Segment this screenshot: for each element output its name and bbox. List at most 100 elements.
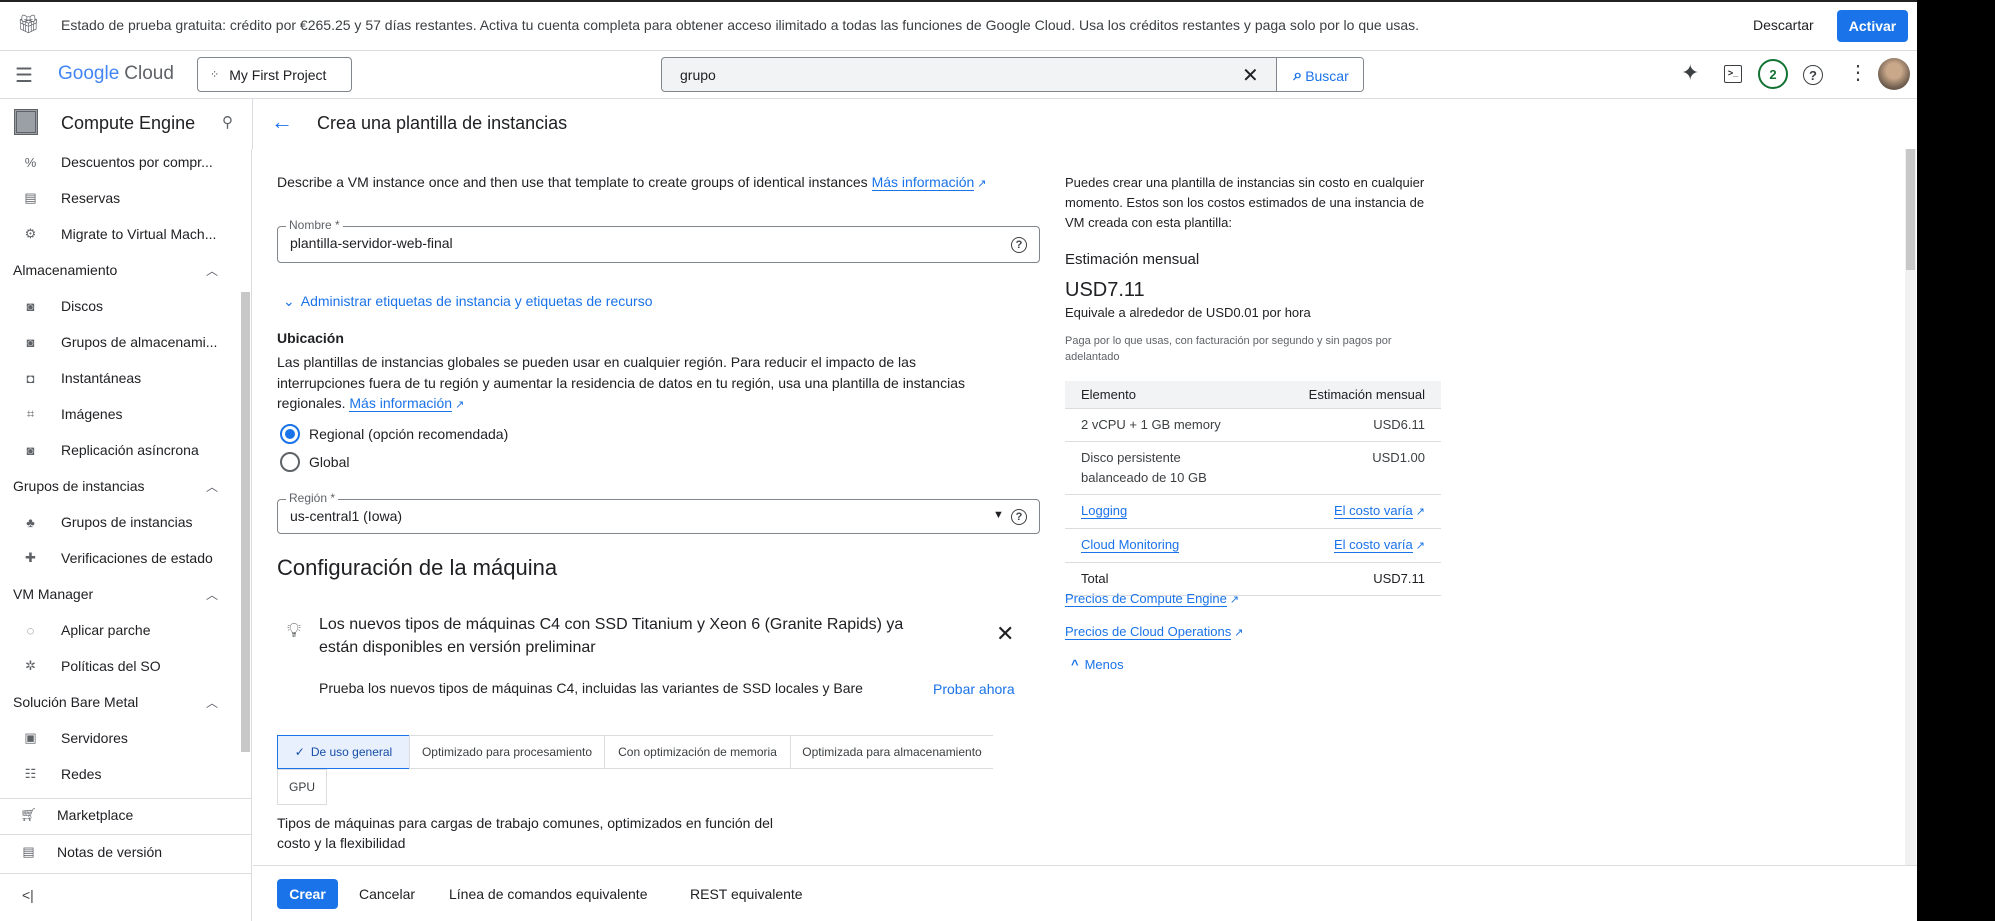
sidebar-item[interactable]: ✚ Verificaciones de estado xyxy=(0,540,240,576)
sidebar-item[interactable]: ◘ Instantáneas xyxy=(0,360,240,396)
search-button[interactable]: ⌕ Buscar xyxy=(1276,58,1363,91)
location-more-info-link[interactable]: Más información xyxy=(349,395,453,412)
table-row: 2 vCPU + 1 GB memory USD6.11 xyxy=(1065,407,1441,441)
scrollbar-thumb[interactable] xyxy=(1906,149,1915,270)
radio-regional[interactable] xyxy=(280,424,300,444)
sidebar-item[interactable]: ◙ Grupos de almacenami... xyxy=(0,324,240,360)
cloud-operations-pricing-link[interactable]: Precios de Cloud Operations xyxy=(1065,624,1232,640)
table-header-row: Elemento Estimación mensual xyxy=(1065,381,1441,408)
cli-equivalent-button[interactable]: Línea de comandos equivalente xyxy=(449,886,647,902)
logging-link[interactable]: Logging xyxy=(1081,502,1128,519)
sidebar-item-icon: ▤ xyxy=(24,190,37,205)
manage-labels-toggle[interactable]: ⌄ Administrar etiquetas de instancia y et… xyxy=(283,293,652,310)
sidebar-item[interactable]: ▤ Reservas xyxy=(0,180,240,216)
c4-promo-card: 💡︎ Los nuevos tipos de máquinas C4 con S… xyxy=(277,600,1040,710)
cost-varies-link[interactable]: El costo varía xyxy=(1334,502,1413,519)
name-field-label: Nombre * xyxy=(286,218,343,232)
close-icon[interactable]: ✕ xyxy=(996,621,1014,647)
chevron-up-icon: ︿ xyxy=(205,263,218,278)
page-description: Describe a VM instance once and then use… xyxy=(277,174,987,191)
external-link-icon: ↗ xyxy=(1234,627,1244,639)
rest-equivalent-button[interactable]: REST equivalente xyxy=(690,886,803,902)
tab-label: Con optimización de memoria xyxy=(618,745,777,759)
create-button[interactable]: Crear xyxy=(277,879,338,909)
sidebar-item[interactable]: ♣ Grupos de instancias xyxy=(0,504,240,540)
sidebar-item-marketplace[interactable]: 🛒︎ Marketplace xyxy=(0,797,240,833)
chevron-up-icon: ︿ xyxy=(205,587,218,602)
tab-compute-optimized[interactable]: Optimizado para procesamiento xyxy=(409,735,605,769)
sidebar-section-header[interactable]: VM Manager ︿ xyxy=(13,576,218,612)
sidebar-item-label: Redes xyxy=(61,766,102,782)
sidebar-item-icon: ◘ xyxy=(26,370,35,386)
chevron-up-icon: ︿ xyxy=(205,479,218,494)
radio-regional-label[interactable]: Regional (opción recomendada) xyxy=(309,426,508,442)
sidebar-section-header[interactable]: Grupos de instancias ︿ xyxy=(13,468,218,504)
sidebar-item-icon: ▣ xyxy=(24,730,37,745)
more-info-link[interactable]: Más información xyxy=(871,174,975,191)
activate-button[interactable]: Activar xyxy=(1837,10,1908,42)
help-icon[interactable]: ? xyxy=(1011,509,1027,525)
cloud-monitoring-link[interactable]: Cloud Monitoring xyxy=(1081,536,1180,553)
collapse-sidebar-icon[interactable]: <| xyxy=(22,887,34,903)
avatar[interactable] xyxy=(1878,58,1910,90)
back-arrow-icon[interactable]: ← xyxy=(271,109,293,135)
sidebar-item-label: Descuentos por compr... xyxy=(61,154,213,170)
location-text: Las plantillas de instancias globales se… xyxy=(277,352,997,416)
sidebar-item[interactable]: % Descuentos por compr... xyxy=(0,144,240,180)
compute-engine-pricing-link[interactable]: Precios de Compute Engine xyxy=(1065,591,1227,607)
tab-memory-optimized[interactable]: Con optimización de memoria xyxy=(604,735,791,769)
project-picker[interactable]: ⁘ My First Project xyxy=(197,57,352,92)
sidebar-section-header[interactable]: Almacenamiento ︿ xyxy=(13,252,218,288)
tab-general-purpose[interactable]: ✓ De uso general xyxy=(277,735,410,769)
sidebar-item[interactable]: ☷ Redes xyxy=(0,756,240,792)
sidebar-item[interactable]: ✲ Políticas del SO xyxy=(0,648,240,684)
try-now-link[interactable]: Probar ahora xyxy=(933,681,1015,697)
dismiss-button[interactable]: Descartar xyxy=(1753,17,1814,33)
main-scrollbar[interactable] xyxy=(1905,149,1916,865)
search-input[interactable]: grupo xyxy=(680,67,716,83)
sidebar-item-release-notes[interactable]: ▤ Notas de versión xyxy=(0,834,240,870)
show-less-toggle[interactable]: ^ Menos xyxy=(1071,657,1124,672)
logo-cloud: Cloud xyxy=(124,63,174,84)
cloud-shell-icon[interactable]: >_ xyxy=(1724,65,1742,83)
sidebar-item[interactable]: ⌗ Imágenes xyxy=(0,396,240,432)
sidebar-item-icon: ◙ xyxy=(26,334,35,350)
sidebar-item-label: Reservas xyxy=(61,190,121,206)
tab-gpu[interactable]: GPU xyxy=(277,769,327,805)
sidebar-scrollbar[interactable] xyxy=(241,292,250,752)
region-select[interactable]: Región * us-central1 (Iowa) ▼ ? xyxy=(277,491,1040,534)
name-input[interactable]: plantilla-servidor-web-final xyxy=(290,235,453,251)
cell-cost: USD7.11 xyxy=(1265,561,1441,596)
gemini-sparkle-icon[interactable]: ✦ xyxy=(1681,60,1699,86)
pin-icon[interactable]: ⚲ xyxy=(222,113,233,131)
notifications-badge[interactable]: 2 xyxy=(1758,59,1788,89)
help-icon[interactable]: ? xyxy=(1803,65,1823,85)
sidebar-item[interactable]: ◙ Replicación asíncrona xyxy=(0,432,240,468)
radio-global[interactable] xyxy=(280,452,300,472)
cost-table: Elemento Estimación mensual 2 vCPU + 1 GB… xyxy=(1065,381,1441,596)
sidebar-item[interactable]: ▣ Servidores xyxy=(0,720,240,756)
cost-varies-link[interactable]: El costo varía xyxy=(1334,536,1413,553)
sidebar-item-label: Notas de versión xyxy=(57,844,163,860)
sidebar-item-icon: ◌ xyxy=(26,622,35,638)
menu-icon[interactable]: ☰ xyxy=(15,63,33,88)
section-label: VM Manager xyxy=(13,586,94,602)
more-options-icon[interactable]: ⋮ xyxy=(1848,60,1868,85)
cell-cost: USD6.11 xyxy=(1265,407,1441,441)
radio-global-label[interactable]: Global xyxy=(309,454,349,470)
sidebar-item-label: Políticas del SO xyxy=(61,658,161,674)
google-cloud-logo[interactable]: Google Cloud xyxy=(58,63,174,85)
cancel-button[interactable]: Cancelar xyxy=(359,886,415,902)
top-header: ☰ Google Cloud ⁘ My First Project grupo … xyxy=(0,51,1917,99)
name-field[interactable]: Nombre * plantilla-servidor-web-final ? xyxy=(277,218,1040,263)
tab-storage-optimized[interactable]: Optimizada para almacenamiento xyxy=(790,735,993,769)
sidebar-item[interactable]: ◌ Aplicar parche xyxy=(0,612,240,648)
clear-search-icon[interactable]: ✕ xyxy=(1242,63,1259,88)
screen-edge xyxy=(1917,0,1995,921)
dropdown-arrow-icon: ▼ xyxy=(993,509,1004,521)
sidebar-item[interactable]: ⚙ Migrate to Virtual Mach... xyxy=(0,216,240,252)
help-icon[interactable]: ? xyxy=(1011,237,1027,253)
sidebar-item[interactable]: ◙ Discos xyxy=(0,288,240,324)
tab-label: Optimizado para procesamiento xyxy=(421,745,593,759)
sidebar-section-header[interactable]: Solución Bare Metal ︿ xyxy=(13,684,218,720)
